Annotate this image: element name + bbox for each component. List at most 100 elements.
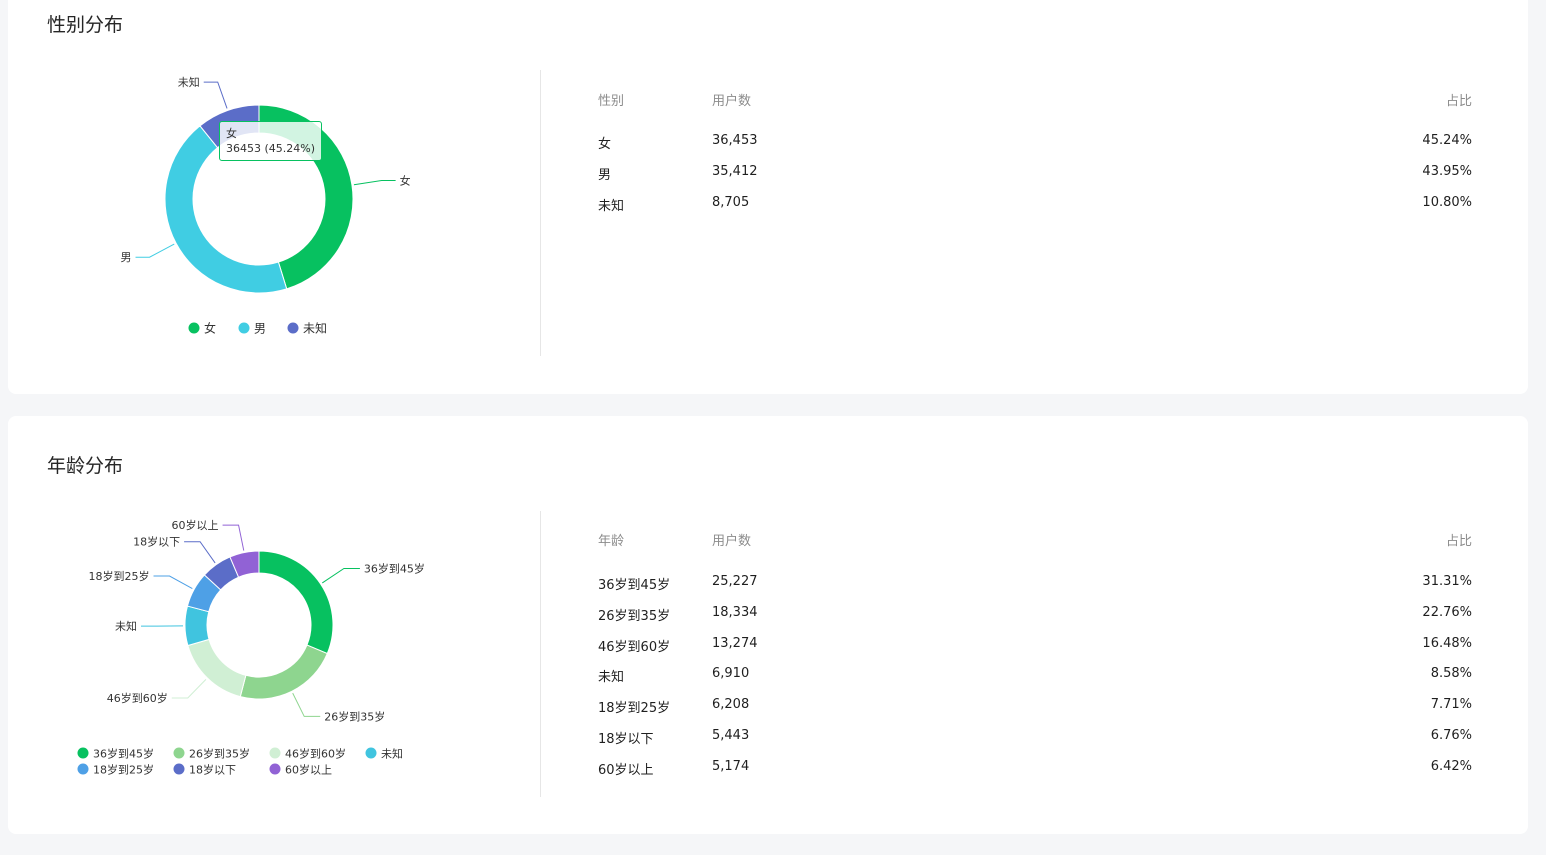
cell-count: 6,208 — [712, 697, 750, 712]
label-line — [171, 679, 207, 699]
cell-ratio: 6.42% — [1430, 759, 1472, 774]
table-row: 男 35,412 43.95% — [598, 164, 1472, 184]
cell-ratio: 31.31% — [1422, 574, 1472, 589]
cell-label: 18岁到25岁 — [598, 701, 671, 716]
cell-ratio: 10.80% — [1422, 195, 1472, 210]
cell-label: 未知 — [598, 670, 625, 685]
cell-count: 18,334 — [712, 605, 758, 620]
header-ratio: 占比 — [1445, 534, 1472, 549]
donut-slice-1[interactable] — [239, 644, 328, 700]
divider — [540, 511, 541, 797]
divider — [540, 70, 541, 356]
cell-count: 8,705 — [712, 195, 750, 210]
header-age: 年龄 — [598, 534, 625, 549]
table-row: 46岁到60岁 13,274 16.48% — [598, 636, 1472, 656]
slice-label: 18岁到25岁 — [89, 569, 150, 583]
legend-marker[interactable] — [287, 322, 299, 334]
donut-slice-3[interactable] — [184, 605, 210, 647]
legend-label[interactable]: 46岁到60岁 — [285, 747, 346, 761]
legend-marker[interactable] — [188, 322, 200, 334]
label-line — [135, 243, 175, 258]
slice-label: 未知 — [115, 619, 137, 633]
legend-marker[interactable] — [77, 763, 89, 775]
legend-label[interactable]: 18岁以下 — [189, 763, 236, 777]
label-line — [353, 180, 396, 186]
header-users: 用户数 — [712, 534, 752, 549]
legend-label[interactable]: 60岁以上 — [285, 763, 332, 777]
cell-label: 男 — [598, 168, 612, 183]
legend-label[interactable]: 26岁到35岁 — [189, 747, 250, 761]
table-row: 36岁到45岁 25,227 31.31% — [598, 574, 1472, 594]
legend-marker[interactable] — [269, 747, 281, 759]
label-line — [153, 575, 193, 589]
gender-donut-chart: 女男未知女男未知 — [121, 75, 411, 336]
cell-count: 5,174 — [712, 759, 750, 774]
slice-label: 36岁到45岁 — [364, 561, 425, 575]
tooltip-value: 36453 (45.24%) — [226, 142, 316, 155]
slice-label: 46岁到60岁 — [107, 691, 168, 705]
header-users: 用户数 — [712, 94, 752, 109]
legend-label[interactable]: 未知 — [381, 747, 403, 761]
table-header: 年龄 用户数 占比 — [598, 530, 1472, 550]
cell-label: 18岁以下 — [598, 732, 654, 747]
table-row: 未知 6,910 8.58% — [598, 666, 1472, 686]
header-ratio: 占比 — [1445, 94, 1472, 109]
donut-slice-2[interactable] — [187, 638, 247, 698]
age-distribution-card: 年龄分布 36岁到45岁 26岁到35岁 46岁到60岁 未知 18岁到25岁 18岁以下… — [8, 416, 1528, 834]
legend-label[interactable]: 18岁到25岁 — [93, 763, 154, 777]
cell-label: 女 — [598, 137, 612, 152]
header-gender: 性别 — [598, 94, 625, 109]
cell-count: 6,910 — [712, 666, 750, 681]
tooltip-name: 女 — [226, 127, 237, 140]
cell-ratio: 45.24% — [1422, 133, 1472, 148]
legend-marker[interactable] — [77, 747, 89, 759]
cell-count: 25,227 — [712, 574, 758, 589]
cell-count: 13,274 — [712, 636, 758, 651]
slice-label: 26岁到35岁 — [324, 709, 385, 723]
cell-ratio: 43.95% — [1422, 164, 1472, 179]
slice-label: 未知 — [178, 75, 200, 89]
table-row: 60岁以上 5,174 6.42% — [598, 759, 1472, 779]
table-row: 18岁到25岁 6,208 7.71% — [598, 697, 1472, 717]
cell-ratio: 16.48% — [1422, 636, 1472, 651]
cell-label: 46岁到60岁 — [598, 640, 671, 655]
legend-marker[interactable] — [365, 747, 377, 759]
table-row: 18岁以下 5,443 6.76% — [598, 728, 1472, 748]
cell-ratio: 7.71% — [1430, 697, 1472, 712]
cell-count: 36,453 — [712, 133, 758, 148]
cell-label: 36岁到45岁 — [598, 578, 671, 593]
legend-label[interactable]: 未知 — [303, 322, 327, 336]
legend-marker[interactable] — [269, 763, 281, 775]
table-header: 性别 用户数 占比 — [598, 90, 1472, 110]
legend-marker[interactable] — [173, 747, 185, 759]
chart-tooltip: 女 36453 (45.24%) — [219, 121, 323, 161]
table-row: 女 36,453 45.24% — [598, 133, 1472, 153]
cell-ratio: 22.76% — [1422, 605, 1472, 620]
legend-label[interactable]: 女 — [204, 321, 216, 336]
slice-label: 60岁以上 — [172, 518, 219, 532]
legend-label[interactable]: 男 — [254, 322, 266, 336]
donut-slice-0[interactable] — [258, 550, 334, 655]
table-row: 26岁到35岁 18,334 22.76% — [598, 605, 1472, 625]
cell-ratio: 6.76% — [1430, 728, 1472, 743]
table-row: 未知 8,705 10.80% — [598, 195, 1472, 215]
cell-label: 26岁到35岁 — [598, 609, 671, 624]
label-line — [203, 81, 228, 109]
slice-label: 女 — [400, 174, 411, 188]
label-line — [292, 692, 321, 717]
label-line — [222, 524, 245, 551]
slice-label: 男 — [121, 251, 132, 264]
cell-ratio: 8.58% — [1430, 666, 1472, 681]
legend-marker[interactable] — [173, 763, 185, 775]
gender-distribution-card: 性别分布 女男未知女男未知 女 36453 (45.24%) 性别 用户数 占比… — [8, 0, 1528, 394]
cell-count: 5,443 — [712, 728, 750, 743]
legend-label[interactable]: 36岁到45岁 — [93, 747, 154, 761]
cell-label: 未知 — [598, 199, 625, 214]
label-line — [184, 541, 216, 564]
label-line — [321, 567, 360, 584]
cell-label: 60岁以上 — [598, 763, 654, 778]
slice-label: 18岁以下 — [133, 535, 180, 549]
legend-marker[interactable] — [238, 322, 250, 334]
cell-count: 35,412 — [712, 164, 758, 179]
age-donut-chart: 36岁到45岁26岁到35岁46岁到60岁未知18岁到25岁18岁以下60岁以上… — [77, 518, 425, 777]
